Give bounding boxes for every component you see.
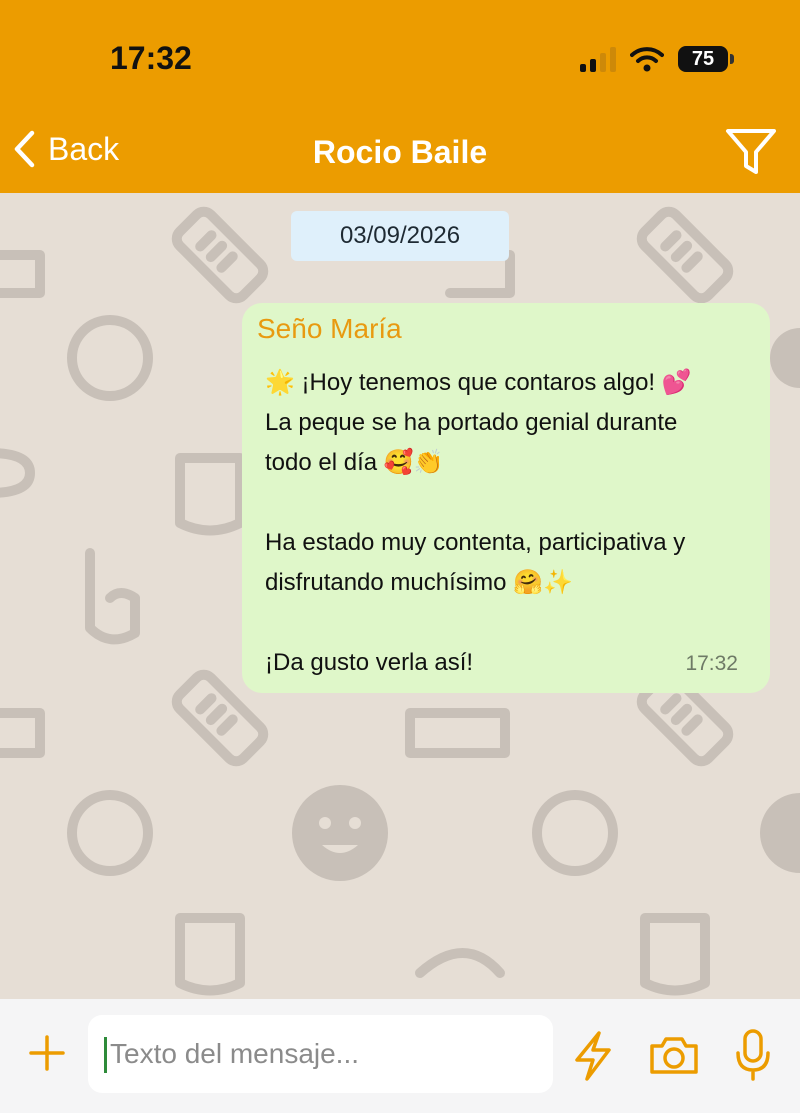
message-line: todo el día 🥰👏 [265,449,444,476]
battery-icon: 75 [678,46,734,72]
message-line: disfrutando muchísimo 🤗✨ [265,569,573,596]
top-header: 17:32 75 Back Rocio Baile [0,0,800,193]
message-line: La peque se ha portado genial durante [265,409,678,436]
status-icons: 75 [580,42,734,76]
text-cursor [104,1037,107,1073]
date-divider: 03/09/2026 [291,211,509,261]
message-sender: Seño María [257,313,402,344]
lightning-icon[interactable] [571,1030,615,1082]
plus-icon[interactable] [27,1033,67,1073]
microphone-icon[interactable] [734,1028,772,1082]
filter-icon[interactable] [724,124,778,178]
chat-title: Rocio Baile [312,134,488,170]
message-line: 🌟 ¡Hoy tenemos que contaros algo! 💕 [265,369,692,396]
message-time: 17:32 [685,652,738,675]
message-input-placeholder: Texto del mensaje... [110,1038,360,1069]
message-line: Ha estado muy contenta, participativa y [265,529,686,556]
message-input[interactable]: Texto del mensaje... [88,1015,553,1093]
message-text: 🌟 ¡Hoy tenemos que contaros algo! 💕 La p… [265,363,755,683]
signal-icon [580,46,616,72]
camera-icon[interactable] [648,1034,700,1076]
status-time: 17:32 [110,40,192,76]
wifi-icon [630,47,664,72]
message-composer: Texto del mensaje... [0,999,800,1113]
message-bubble[interactable]: Seño María 🌟 ¡Hoy tenemos que contaros a… [242,303,770,693]
message-line: ¡Da gusto verla así! [265,649,474,676]
